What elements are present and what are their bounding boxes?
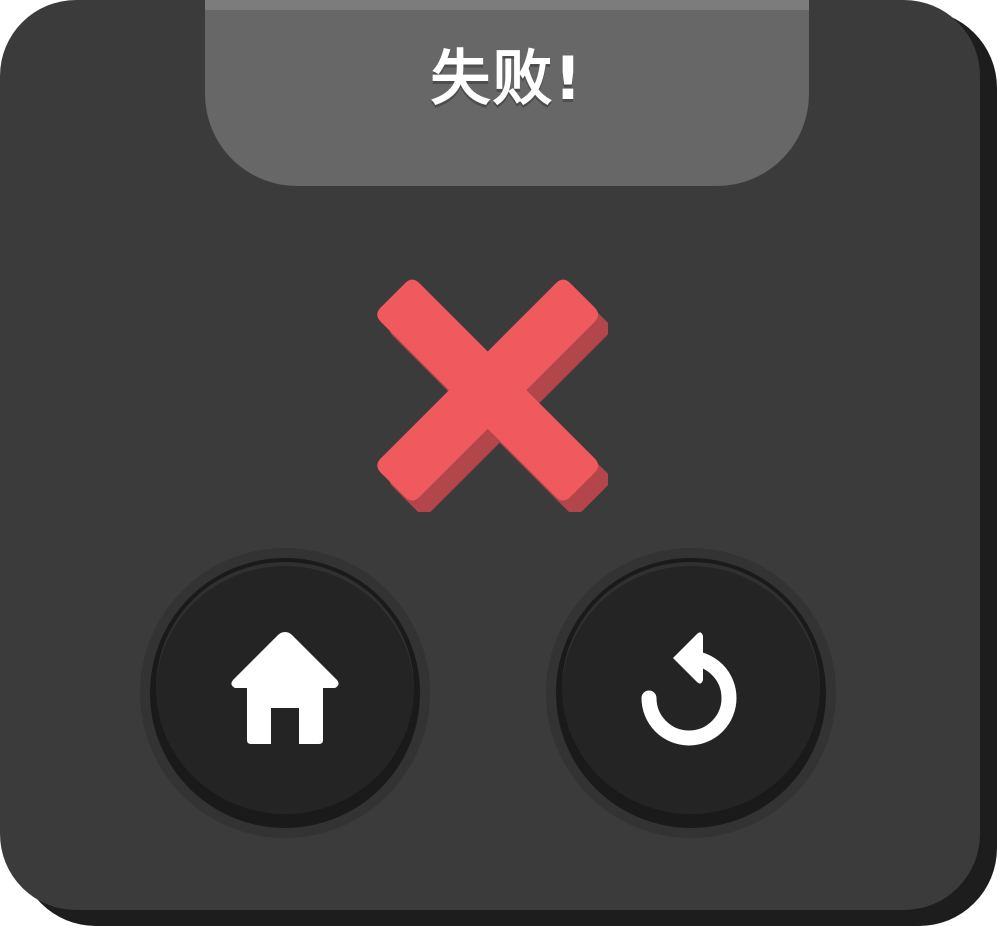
title-tab: 失败! xyxy=(205,0,809,186)
home-icon xyxy=(231,632,339,744)
cross-icon xyxy=(377,279,608,512)
retry-icon xyxy=(641,632,737,746)
dialog-title: 失败! xyxy=(430,44,584,114)
home-button[interactable] xyxy=(140,548,430,838)
fail-dialog: 失败! xyxy=(0,0,980,910)
retry-button[interactable] xyxy=(546,548,836,838)
